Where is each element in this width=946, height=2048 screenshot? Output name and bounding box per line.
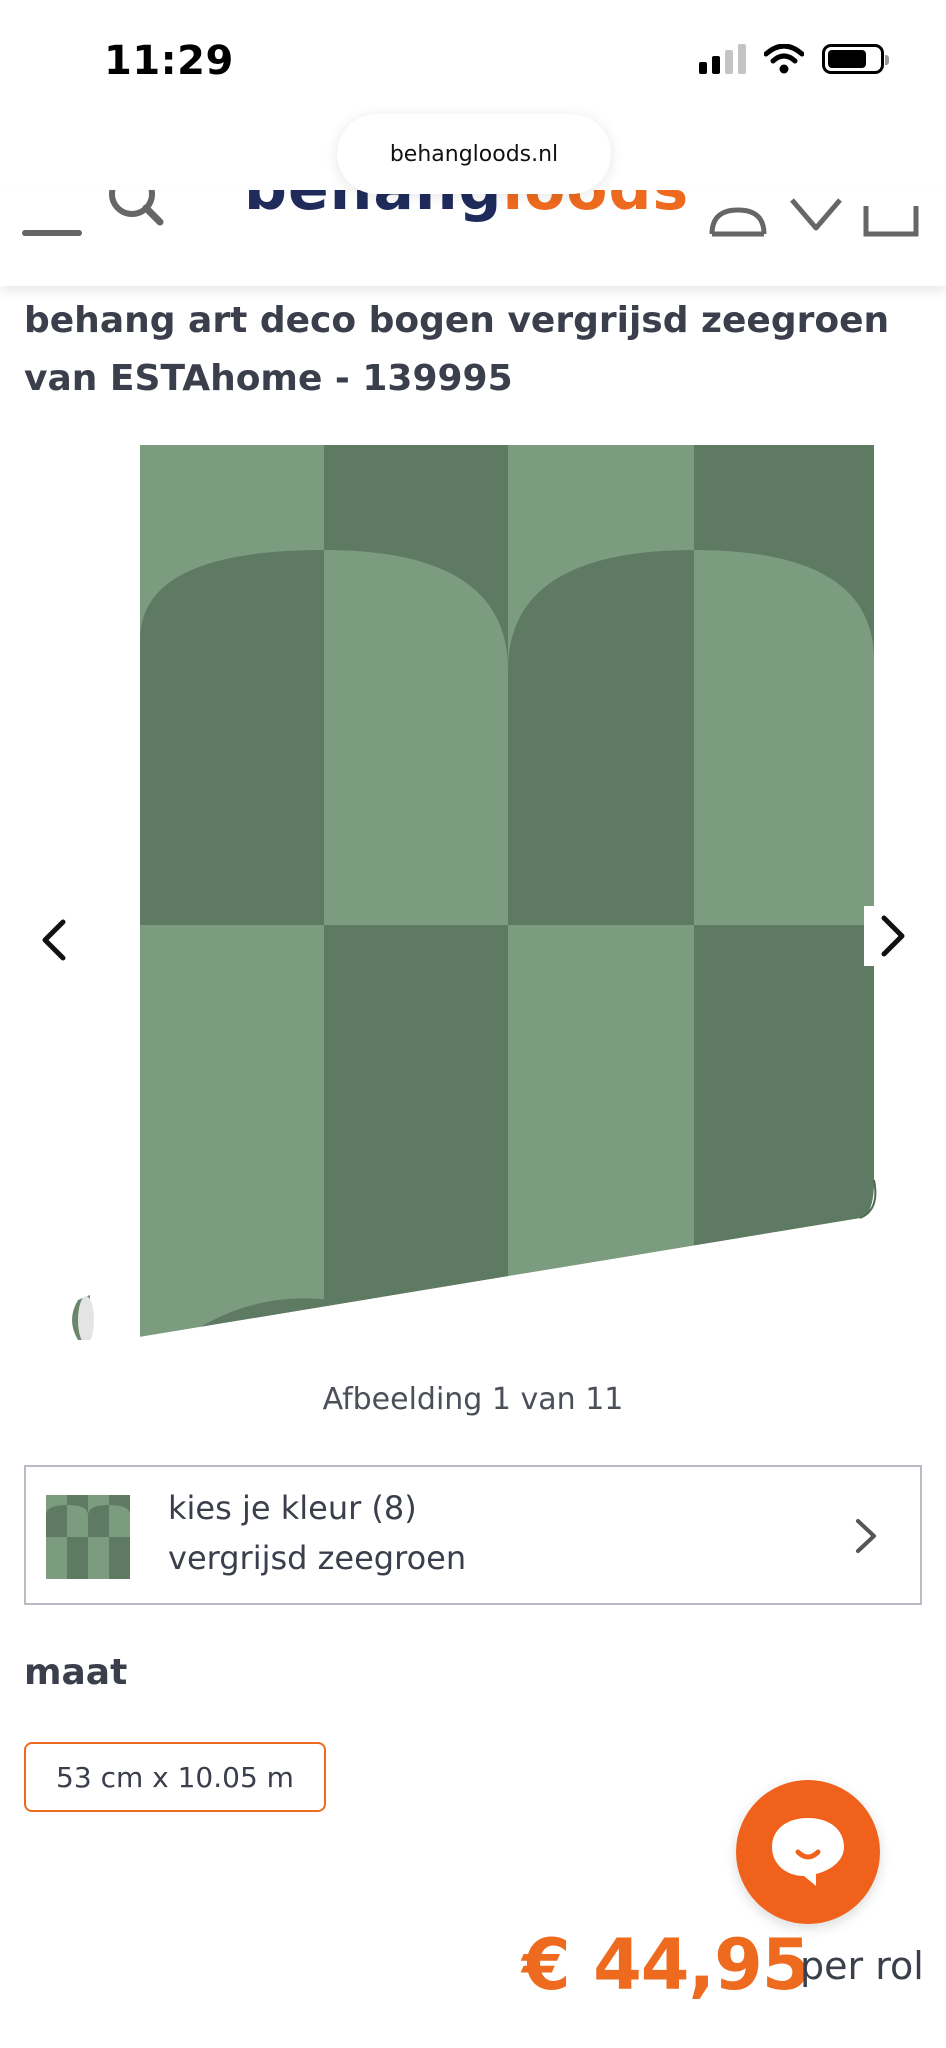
price-unit: per rol: [800, 1944, 924, 1988]
color-selector-label: kies je kleur (8): [168, 1489, 417, 1527]
wifi-icon: [764, 44, 804, 74]
account-icon[interactable]: [708, 190, 768, 240]
image-counter: Afbeelding 1 van 11: [322, 1382, 624, 1417]
chat-bubble-icon: [772, 1818, 844, 1886]
logo-text-loods: loods: [503, 190, 690, 224]
product-title: behang art deco bogen vergrijsd zeegroen…: [24, 300, 890, 399]
wallpaper-roll-image: [72, 445, 877, 1340]
status-time: 11:29: [104, 38, 234, 84]
product-price: € 44,95: [522, 1924, 810, 2006]
chevron-right-icon: [856, 1519, 876, 1553]
page: 11:29 behangloods.nl behangl: [0, 0, 946, 2048]
size-option-selected[interactable]: 53 cm x 10.05 m: [24, 1742, 326, 1812]
battery-icon: [822, 44, 889, 74]
next-image-button[interactable]: [864, 906, 924, 966]
chat-button[interactable]: [736, 1780, 880, 1924]
status-icons: [699, 44, 889, 74]
address-bar[interactable]: behangloods.nl: [337, 114, 611, 194]
cart-icon[interactable]: [860, 190, 922, 240]
color-selector-value: vergrijsd zeegroen: [168, 1539, 467, 1577]
search-icon[interactable]: [106, 190, 166, 244]
heart-icon[interactable]: [788, 190, 844, 236]
color-swatch: [46, 1495, 130, 1579]
chevron-right-icon: [881, 915, 905, 957]
url-text: behangloods.nl: [389, 141, 559, 167]
site-logo[interactable]: behangloods: [244, 190, 689, 224]
cellular-signal-icon: [699, 44, 746, 74]
site-header: behangloods: [0, 190, 946, 286]
size-heading: maat: [24, 1652, 128, 1693]
previous-image-button[interactable]: [30, 910, 76, 970]
chevron-left-icon: [42, 919, 66, 961]
status-bar: 11:29: [0, 0, 946, 120]
logo-text-behang: behang: [244, 190, 503, 224]
menu-icon[interactable]: [22, 230, 82, 236]
product-image-gallery: [0, 440, 946, 1360]
color-selector[interactable]: kies je kleur (8) vergrijsd zeegroen: [24, 1465, 922, 1605]
